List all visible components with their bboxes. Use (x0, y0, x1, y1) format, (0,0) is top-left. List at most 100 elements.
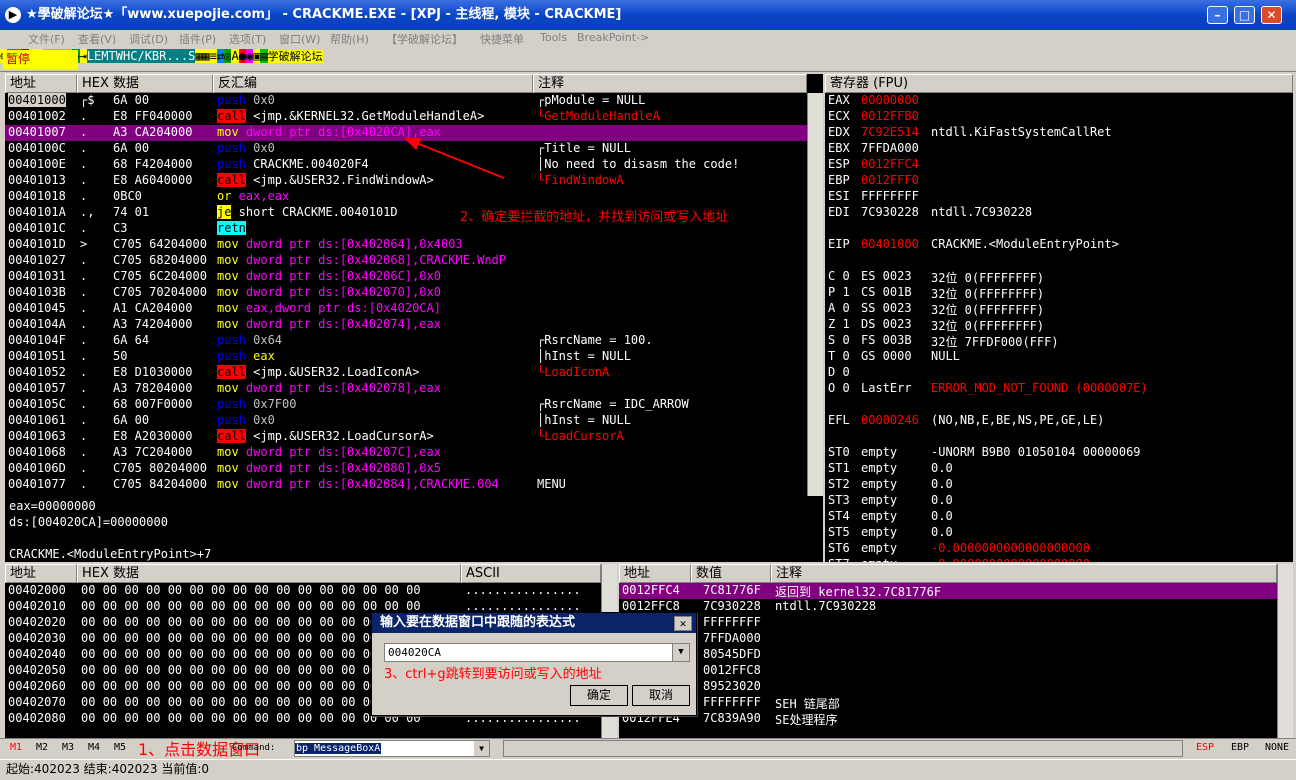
disasm-row[interactable]: 00401077. C705 84204000 mov dword ptr ds:[… (5, 477, 807, 493)
window-button[interactable]: / (137, 49, 145, 63)
ebp-toggle[interactable]: EBP (1231, 742, 1249, 753)
dump-hex-header[interactable]: HEX 数据 (77, 564, 461, 583)
stack-row[interactable]: 80545DFD (619, 647, 1277, 663)
window-button[interactable]: K (144, 49, 152, 63)
dump-row[interactable]: 00402000 00 00 00 00 00 00 00 00 00 00 00… (5, 583, 601, 599)
memory-tab[interactable]: M4 (88, 742, 100, 753)
menu-item[interactable]: 窗口(W) (279, 31, 320, 47)
register-row[interactable]: EFL 00000246 (NO,NB,E,BE,NS,PE,GE,LE) (825, 413, 1293, 429)
register-row[interactable]: A 0 SS 0023 32位 0(FFFFFFFF) (825, 301, 1293, 317)
dialog-close-icon[interactable]: ✕ (674, 616, 692, 631)
memory-tab[interactable]: M5 (114, 742, 126, 753)
disasm-row[interactable]: 0040106D. C705 80204000 mov dword ptr ds:[… (5, 461, 807, 477)
disasm-row[interactable]: 00401068. A3 7C204000 mov dword ptr ds:[0x… (5, 445, 807, 461)
grid-icon[interactable]: ▦ (202, 49, 210, 63)
register-row[interactable]: ST3 empty 0.0 (825, 493, 1293, 509)
none-toggle[interactable]: NONE (1265, 742, 1289, 753)
plugin-icon[interactable]: ▤ (260, 49, 268, 63)
disasm-row[interactable]: 00401061. 6A 00 push 0x0 │hInst = NULL (5, 413, 807, 429)
disasm-row[interactable]: 0040105C. 68 007F0000 push 0x7F00 ┌RsrcName… (5, 397, 807, 413)
register-row[interactable]: EAX 00000000 (825, 93, 1293, 109)
disasm-row[interactable]: 0040101D > C705 64204000 mov dword ptr ds:[… (5, 237, 807, 253)
register-row[interactable] (825, 221, 1293, 237)
disasm-row[interactable]: 00401018. 0BC0 or eax,eax (5, 189, 807, 205)
register-row[interactable] (825, 429, 1293, 445)
chevron-down-icon[interactable]: ▼ (672, 644, 689, 661)
cancel-button[interactable]: 取消 (632, 685, 690, 706)
register-row[interactable]: ST5 empty 0.0 (825, 525, 1293, 541)
menu-item[interactable]: 调试(D) (129, 31, 168, 47)
register-row[interactable] (825, 253, 1293, 269)
disasm-row[interactable]: 00401002. E8 FF040000 call <jmp.&KERNEL32.… (5, 109, 807, 125)
register-row[interactable]: S 0 FS 003B 32位 7FFDF000(FFF) (825, 333, 1293, 349)
list-icon[interactable]: ≡ (209, 49, 218, 63)
menu-item[interactable]: 插件(P) (179, 31, 216, 47)
menu-item[interactable]: 选项(T) (229, 31, 266, 47)
window-button[interactable]: ... (166, 49, 189, 63)
stack-row[interactable]: 0012FFC8 7C930228 ntdll.7C930228 (619, 599, 1277, 615)
register-row[interactable]: T 0 GS 0000 NULL (825, 349, 1293, 365)
disasm-row[interactable]: 00401052. E8 D1030000 call <jmp.&USER32.Lo… (5, 365, 807, 381)
plugin-button[interactable]: 学 (267, 50, 279, 63)
dump-addr-header[interactable]: 地址 (5, 564, 77, 583)
maximize-button[interactable]: □ (1234, 6, 1255, 24)
register-row[interactable]: EDX 7C92E514 ntdll.KiFastSystemCallRet (825, 125, 1293, 141)
stack-scrollbar[interactable] (1277, 564, 1293, 738)
ok-button[interactable]: 确定 (570, 685, 628, 706)
plugin-button[interactable]: 论 (300, 50, 312, 63)
stack-row[interactable]: 0012FFE4 7C839A90 SE处理程序 (619, 711, 1277, 727)
register-row[interactable]: EDI 7C930228 ntdll.7C930228 (825, 205, 1293, 221)
col-disasm-header[interactable]: 反汇编 (213, 74, 533, 93)
plugin-button[interactable]: 解 (289, 50, 301, 63)
plugin-icon[interactable]: ● (238, 49, 246, 63)
col-comment-header[interactable]: 注释 (533, 74, 807, 93)
menu-item[interactable]: 【学破解论坛】 (386, 31, 463, 47)
stack-row[interactable]: FFFFFFFF (619, 615, 1277, 631)
register-row[interactable]: ST7 empty -0.0000000000000000000 (825, 557, 1293, 562)
expression-input[interactable]: 004020CA ▼ (384, 643, 690, 662)
stack-row[interactable]: 89523020 (619, 679, 1277, 695)
stack-row[interactable]: 7FFDA000 (619, 631, 1277, 647)
plugin-button[interactable]: 坛 (311, 50, 323, 63)
disasm-row[interactable]: 00401057. A3 78204000 mov dword ptr ds:[0x… (5, 381, 807, 397)
register-row[interactable]: ST0 empty -UNORM B9B0 01050104 00000069 (825, 445, 1293, 461)
register-row[interactable]: ST2 empty 0.0 (825, 477, 1293, 493)
cpu-scrollbar[interactable] (807, 93, 823, 496)
menu-item[interactable]: 快捷菜单 (480, 31, 524, 47)
register-row[interactable]: ST4 empty 0.0 (825, 509, 1293, 525)
menu-item[interactable]: 查看(V) (78, 31, 116, 47)
window-button[interactable]: W (115, 49, 123, 63)
register-row[interactable]: O 0 LastErr ERROR_MOD_NOT_FOUND (0000007E) (825, 381, 1293, 397)
minimize-button[interactable]: – (1207, 6, 1228, 24)
disasm-row[interactable]: 00401045. A1 CA204000 mov eax,dword ptr ds… (5, 301, 807, 317)
stack-val-header[interactable]: 数值 (691, 564, 771, 583)
dump-ascii-header[interactable]: ASCII (461, 564, 601, 583)
disasm-row[interactable]: 0040104F. 6A 64 push 0x64 ┌RsrcName = 100. (5, 333, 807, 349)
disasm-row[interactable]: 00401063. E8 A2030000 call <jmp.&USER32.Lo… (5, 429, 807, 445)
chevron-down-icon[interactable]: ▼ (474, 741, 489, 756)
menu-item[interactable]: BreakPoint-> (577, 31, 649, 44)
disasm-row[interactable]: 00401051. 50 push eax │hInst = NULL (5, 349, 807, 365)
memory-tab[interactable]: M1 (10, 742, 22, 753)
disasm-row[interactable]: 00401031. C705 6C204000 mov dword ptr ds:[… (5, 269, 807, 285)
register-row[interactable]: EIP 00401000 CRACKME.<ModuleEntryPoint> (825, 237, 1293, 253)
stack-row[interactable]: FFFFFFFF SEH 链尾部 (619, 695, 1277, 711)
disasm-row[interactable]: 00401027. C705 68204000 mov dword ptr ds:[… (5, 253, 807, 269)
stack-row[interactable]: 0012FFC8 (619, 663, 1277, 679)
esp-toggle[interactable]: ESP (1196, 742, 1214, 753)
stack-cmt-header[interactable]: 注释 (771, 564, 1277, 583)
stack-row[interactable]: 0012FFC4 7C81776F 返回到 kernel32.7C81776F (619, 583, 1277, 599)
register-row[interactable]: C 0 ES 0023 32位 0(FFFFFFFF) (825, 269, 1293, 285)
plugin-button[interactable]: 破 (278, 50, 290, 63)
register-row[interactable]: EBP 0012FFF0 (825, 173, 1293, 189)
window-button[interactable]: T (108, 49, 116, 63)
register-row[interactable]: ESI FFFFFFFF (825, 189, 1293, 205)
disasm-row[interactable]: 00401000 ┌$ 6A 00 push 0x0 ┌pModule = NULL (5, 93, 807, 109)
disasm-row[interactable]: 0040103B. C705 70204000 mov dword ptr ds:[… (5, 285, 807, 301)
memory-tab[interactable]: M2 (36, 742, 48, 753)
menu-item[interactable]: 文件(F) (28, 31, 65, 47)
memory-tab[interactable]: M3 (62, 742, 74, 753)
debug-action-icon[interactable]: ⇥ (79, 49, 87, 63)
menu-item[interactable]: Tools (540, 31, 567, 44)
register-row[interactable]: ST6 empty -0.0000000000000000000 (825, 541, 1293, 557)
